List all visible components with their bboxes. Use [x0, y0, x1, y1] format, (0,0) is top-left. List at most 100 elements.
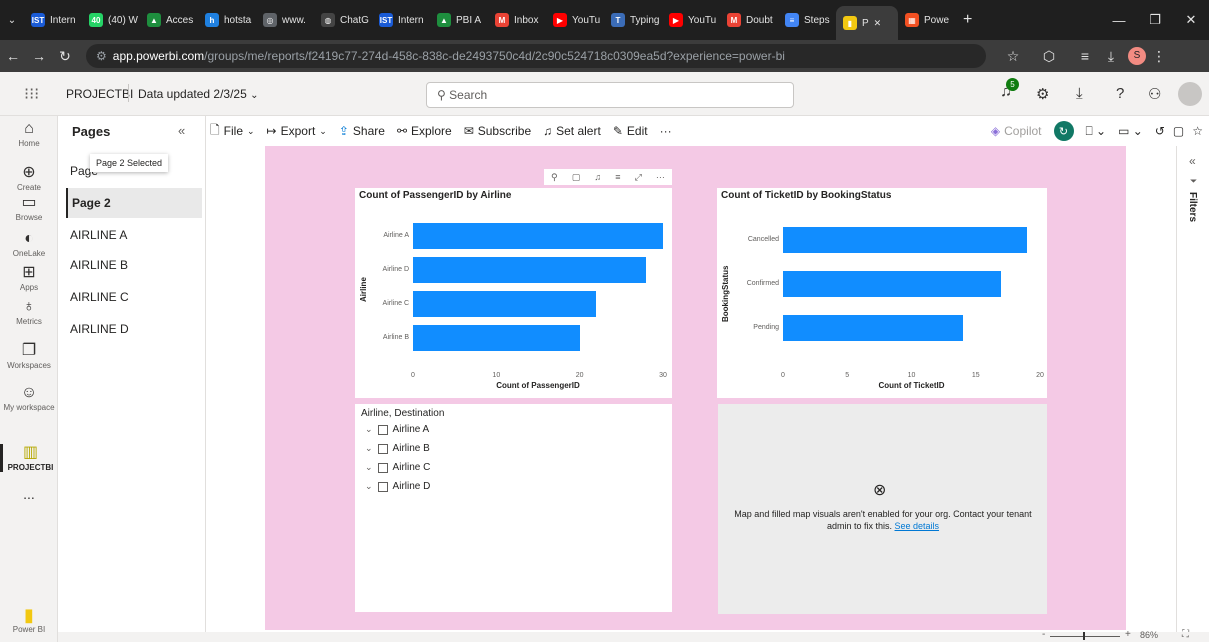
rail-item-onelake[interactable]: ◐ OneLake	[0, 230, 58, 258]
focus-mode-icon[interactable]: ⤢	[635, 172, 642, 183]
rail-item-home[interactable]: ⌂ Home	[0, 120, 58, 148]
browser-tab[interactable]: 40 (40) W	[82, 6, 140, 34]
browser-tab[interactable]: M Doubt	[720, 6, 778, 34]
visual-more-icon[interactable]: ···	[656, 172, 665, 182]
workspace-name[interactable]: PROJECTBI	[66, 87, 133, 101]
refresh-visual-icon[interactable]: ↻	[1053, 121, 1074, 141]
checkbox[interactable]	[377, 481, 388, 492]
comment-icon[interactable]: ▢	[1173, 124, 1184, 138]
browser-menu-icon[interactable]: ⋮	[1146, 48, 1172, 65]
maximize-button[interactable]: ❐	[1137, 12, 1173, 28]
page-item[interactable]: AIRLINE A	[66, 220, 202, 250]
extensions-icon[interactable]: ⬡	[1036, 48, 1062, 65]
browser-tab[interactable]: h hotsta	[198, 6, 256, 34]
explore-button[interactable]: ⚯ Explore	[397, 124, 452, 138]
browser-tab[interactable]: M Inbox	[488, 6, 546, 34]
pin-icon[interactable]: ⚲	[551, 172, 558, 183]
rail-item-browse[interactable]: ▭ Browse	[0, 194, 58, 222]
set-alert-button[interactable]: ♫ Set alert	[543, 124, 601, 138]
browser-tab[interactable]: ▶ YouTu	[546, 6, 604, 34]
browser-tab[interactable]: ▦ Powe	[898, 6, 956, 34]
subscribe-button[interactable]: ✉ Subscribe	[464, 124, 531, 138]
chevron-down-icon[interactable]: ⌄	[365, 462, 373, 473]
browser-tab[interactable]: ◍ ChatG	[314, 6, 372, 34]
reset-icon[interactable]: ↺	[1155, 124, 1165, 138]
browser-tab[interactable]: T Typing	[604, 6, 662, 34]
passenger-by-airline-chart[interactable]: Count of PassengerID by Airline Airline …	[355, 188, 672, 398]
data-bar[interactable]	[783, 271, 1002, 297]
rail-item-metrics[interactable]: ♁ Metrics	[0, 298, 58, 326]
checkbox[interactable]	[377, 443, 388, 454]
rail-item-apps[interactable]: ⊞ Apps	[0, 264, 58, 292]
zoom-slider[interactable]	[1050, 636, 1120, 637]
data-updated-dropdown[interactable]: Data updated 2/3/25 ⌄	[138, 87, 259, 101]
account-avatar[interactable]	[1178, 82, 1202, 106]
slicer-item[interactable]: ⌄ Airline C	[365, 462, 430, 473]
close-window-button[interactable]: ✕	[1173, 12, 1209, 28]
more-options-button[interactable]: ···	[660, 124, 672, 138]
expand-filters-icon[interactable]: «	[1189, 154, 1196, 168]
browser-tab[interactable]: IST Intern	[372, 6, 430, 34]
tab-search-button[interactable]: ⌄	[0, 6, 24, 34]
help-icon[interactable]: ?	[1116, 85, 1124, 102]
favorite-star-icon[interactable]: ☆	[1192, 124, 1203, 138]
fit-page-icon[interactable]: ⛶	[1182, 629, 1189, 640]
rail-item-create[interactable]: ⊕ Create	[0, 164, 58, 192]
profile-avatar[interactable]: S	[1128, 47, 1146, 65]
filters-pane[interactable]: « ⏷ Filters	[1176, 146, 1209, 632]
rail-item-my-workspace[interactable]: ☺ My workspace	[0, 384, 58, 412]
data-bar[interactable]	[413, 325, 580, 351]
data-bar[interactable]	[413, 291, 597, 317]
bookmark-icon[interactable]: ⎕ ⌄	[1086, 124, 1107, 139]
chevron-down-icon[interactable]: ⌄	[365, 424, 373, 435]
page-item[interactable]: AIRLINE D	[66, 314, 202, 344]
checkbox[interactable]	[377, 424, 388, 435]
browser-tab[interactable]: IST Intern	[24, 6, 82, 34]
alert-bell-icon[interactable]: ♫	[594, 172, 601, 182]
forward-icon[interactable]: →	[26, 48, 52, 64]
chevron-down-icon[interactable]: ⌄	[365, 443, 373, 454]
data-bar[interactable]	[783, 227, 1028, 253]
bookmark-star-icon[interactable]: ☆	[1000, 48, 1026, 65]
rail-item-projectbi[interactable]: ▥ PROJECTBI	[0, 444, 58, 472]
slicer-item[interactable]: ⌄ Airline A	[365, 424, 429, 435]
filter-icon[interactable]: ≡	[615, 172, 620, 182]
minimize-button[interactable]: —	[1101, 13, 1137, 28]
close-tab-icon[interactable]: ✕	[874, 18, 882, 29]
page-item[interactable]: Page 2	[66, 188, 202, 218]
settings-gear-icon[interactable]: ⚙	[1036, 85, 1049, 103]
copy-icon[interactable]: ▢	[572, 172, 581, 183]
reading-list-icon[interactable]: ≡	[1072, 48, 1098, 64]
slicer-item[interactable]: ⌄ Airline D	[365, 481, 430, 492]
page-item[interactable]: AIRLINE B	[66, 250, 202, 280]
browser-tab[interactable]: ≡ Steps	[778, 6, 836, 34]
downloads-icon[interactable]: ⤓	[1098, 48, 1124, 65]
file-menu[interactable]: 🗋 File ⌄	[210, 121, 255, 142]
checkbox[interactable]	[377, 462, 388, 473]
browser-tab[interactable]: ▮ P ✕	[836, 6, 898, 40]
collapse-pages-icon[interactable]: «	[178, 123, 185, 138]
data-bar[interactable]	[413, 223, 663, 249]
zoom-in-button[interactable]: +	[1125, 629, 1131, 640]
rail-item-workspaces[interactable]: ❐ Workspaces	[0, 342, 58, 370]
zoom-out-button[interactable]: -	[1042, 629, 1045, 640]
view-icon[interactable]: ▭ ⌄	[1118, 124, 1143, 138]
ticket-by-bookingstatus-chart[interactable]: Count of TicketID by BookingStatus Cance…	[717, 188, 1047, 398]
download-icon[interactable]: ⤓	[1076, 85, 1083, 102]
share-button[interactable]: ⇪ Share	[339, 124, 385, 138]
search-input[interactable]: Search	[449, 88, 487, 102]
see-details-link[interactable]: See details	[895, 521, 940, 531]
zoom-slider-thumb[interactable]	[1083, 632, 1085, 640]
browser-tab[interactable]: ▶ YouTu	[662, 6, 720, 34]
new-tab-button[interactable]: +	[956, 6, 979, 34]
slicer-item[interactable]: ⌄ Airline B	[365, 443, 430, 454]
chevron-down-icon[interactable]: ⌄	[365, 481, 373, 492]
browser-tab[interactable]: ▲ Acces	[140, 6, 198, 34]
reload-icon[interactable]: ↻	[52, 48, 78, 65]
data-bar[interactable]	[413, 257, 647, 283]
back-icon[interactable]: ←	[0, 48, 26, 64]
page-item[interactable]: AIRLINE C	[66, 282, 202, 312]
search-box[interactable]: ⚲ Search	[426, 82, 794, 108]
rail-item-[interactable]: ...	[0, 486, 58, 502]
app-launcher-icon[interactable]: ⁝⁝⁝	[24, 84, 39, 104]
